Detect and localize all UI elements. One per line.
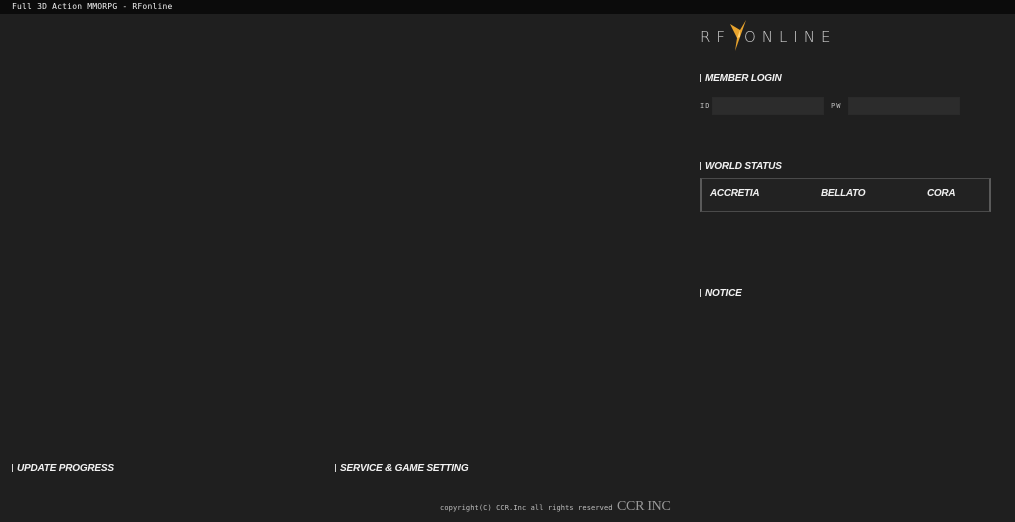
section-bar-icon <box>700 74 701 82</box>
window-title: Full 3D Action MMORPG - RFonline <box>12 2 173 11</box>
race-cora[interactable]: CORA <box>927 188 956 199</box>
world-status-title-text: WORLD STATUS <box>705 161 782 172</box>
section-bar-icon <box>700 162 701 170</box>
service-game-setting-title[interactable]: SERVICE & GAME SETTING <box>335 463 469 474</box>
member-login-title: MEMBER LOGIN <box>700 73 782 84</box>
section-bar-icon <box>12 464 13 472</box>
logo-left-text: RF <box>700 28 732 46</box>
notice-title[interactable]: NOTICE <box>700 288 742 299</box>
notice-title-text: NOTICE <box>705 288 742 299</box>
copyright-text: copyright(C) CCR.Inc all rights reserved <box>440 504 613 512</box>
world-status-title: WORLD STATUS <box>700 161 782 172</box>
race-bellato[interactable]: BELLATO <box>821 188 866 199</box>
world-status-box: ACCRETIA BELLATO CORA <box>700 178 991 212</box>
section-bar-icon <box>700 289 701 297</box>
section-bar-icon <box>335 464 336 472</box>
pw-input[interactable] <box>848 97 960 115</box>
pw-label: PW <box>831 102 842 110</box>
race-accretia[interactable]: ACCRETIA <box>710 188 760 199</box>
member-login-title-text: MEMBER LOGIN <box>705 73 782 84</box>
logo-right-text: ONLINE <box>744 28 837 46</box>
id-label: ID <box>700 102 711 110</box>
ccr-inc-logo: CCR INC <box>617 499 671 514</box>
title-bar: Full 3D Action MMORPG - RFonline <box>0 0 1015 14</box>
service-game-setting-title-text: SERVICE & GAME SETTING <box>340 463 469 474</box>
update-progress-title-text: UPDATE PROGRESS <box>17 463 114 474</box>
update-progress-title: UPDATE PROGRESS <box>12 463 114 474</box>
id-input[interactable] <box>712 97 824 115</box>
rf-online-logo: RF ONLINE <box>700 18 840 54</box>
